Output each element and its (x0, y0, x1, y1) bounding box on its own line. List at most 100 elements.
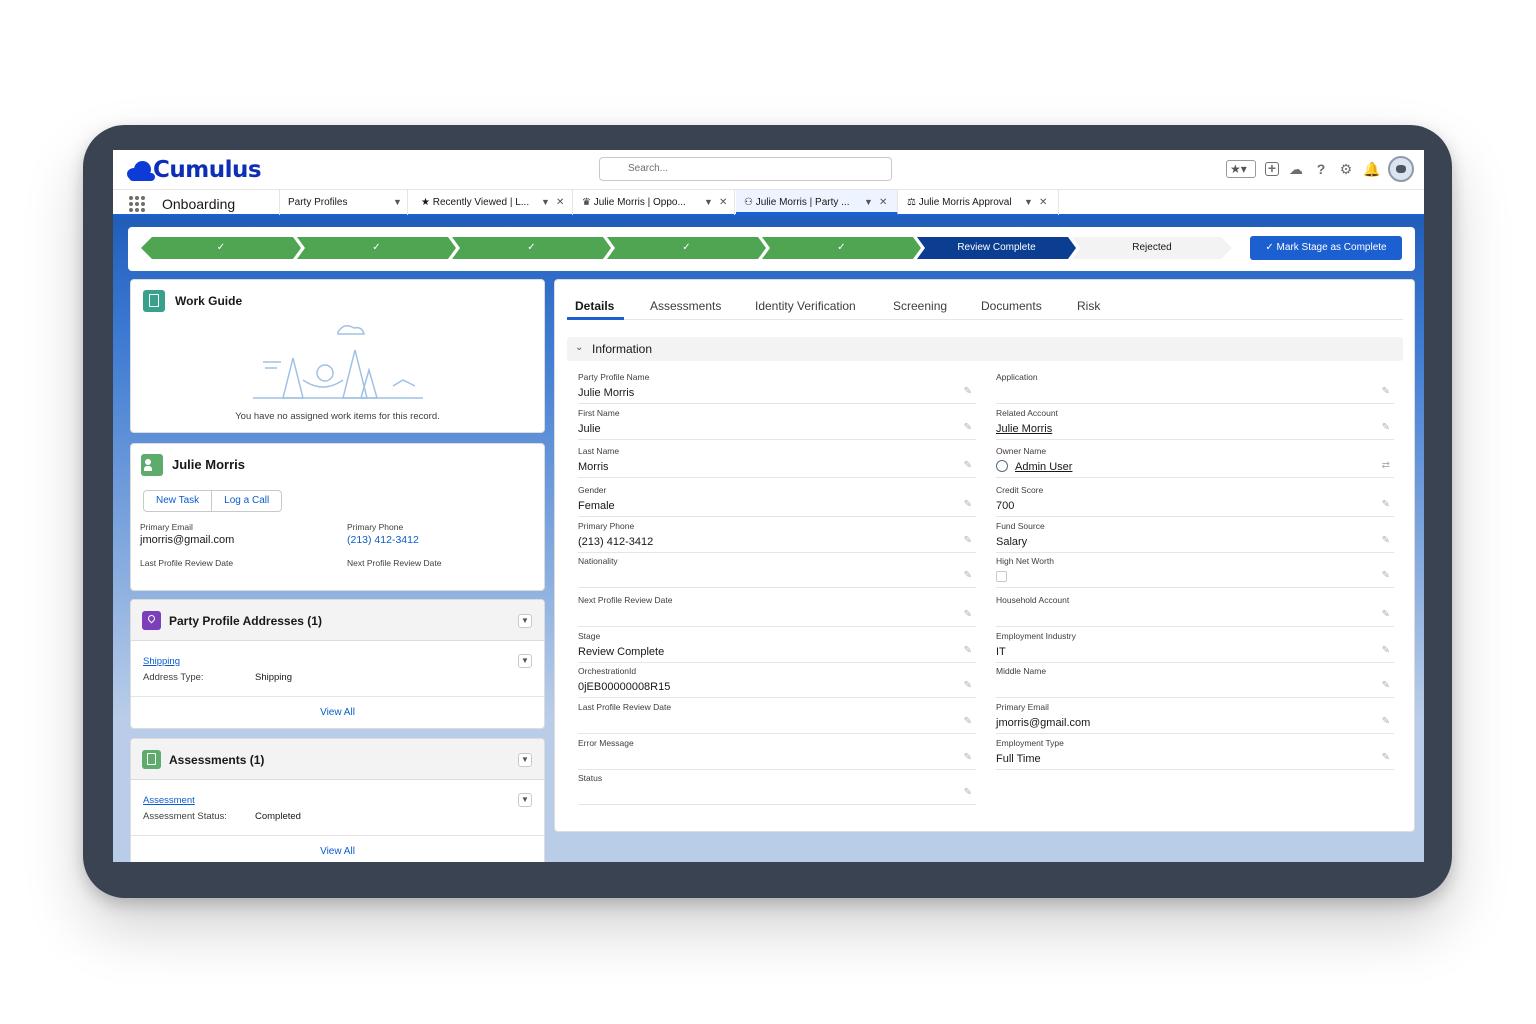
user-avatar[interactable] (1388, 156, 1414, 182)
edit-pencil-icon[interactable]: ✎ (964, 422, 972, 433)
path-stage-completed[interactable]: ✓ (607, 237, 766, 259)
tab-label: Julie Morris | Oppo... (593, 197, 686, 208)
new-task-button[interactable]: New Task (144, 491, 211, 511)
assessments-title[interactable]: Assessments (1) (169, 753, 264, 767)
app-launcher-icon[interactable] (129, 196, 145, 212)
approval-icon: ⚖ (907, 197, 916, 208)
edit-pencil-icon[interactable]: ✎ (964, 716, 972, 727)
chevron-down-icon[interactable]: ▼ (518, 654, 532, 668)
nav-item-party-profiles[interactable]: Party Profiles ▼ (279, 190, 408, 215)
path-stage-completed[interactable]: ✓ (452, 237, 611, 259)
header-actions: ★▾ + ☁ ? ⚙ 🔔 (1226, 156, 1414, 182)
edit-pencil-icon[interactable]: ✎ (964, 645, 972, 656)
edit-pencil-icon[interactable]: ✎ (964, 787, 972, 798)
search-input[interactable]: Search... (599, 157, 892, 181)
cloud-logo-icon (125, 159, 159, 181)
edit-pencil-icon[interactable]: ✎ (1382, 499, 1390, 510)
global-header: Cumulus Search... ★▾ + ☁ ? ⚙ 🔔 (113, 150, 1424, 190)
chevron-down-icon[interactable]: ▼ (541, 190, 550, 215)
address-link[interactable]: Shipping (143, 656, 180, 667)
edit-pencil-icon[interactable]: ✎ (964, 386, 972, 397)
assessment-link[interactable]: Assessment (143, 795, 195, 806)
close-icon[interactable]: ✕ (719, 190, 727, 215)
field-fund-source: Fund Source Salary ✎ (996, 517, 1394, 553)
edit-pencil-icon[interactable]: ✎ (964, 752, 972, 763)
chevron-down-icon[interactable]: ▼ (1024, 190, 1033, 215)
tab-screening[interactable]: Screening (893, 299, 947, 313)
tab-details[interactable]: Details (575, 299, 614, 313)
primary-phone-link[interactable]: (213) 412-3412 (578, 536, 653, 548)
edit-pencil-icon[interactable]: ✎ (1382, 535, 1390, 546)
chevron-down-icon[interactable]: ▼ (518, 793, 532, 807)
trailhead-icon[interactable]: ☁ (1288, 161, 1304, 177)
mark-stage-complete-button[interactable]: ✓ Mark Stage as Complete (1250, 236, 1402, 260)
chevron-down-icon[interactable]: ▼ (518, 614, 532, 628)
edit-pencil-icon[interactable]: ✎ (964, 680, 972, 691)
edit-pencil-icon[interactable]: ✎ (1382, 680, 1390, 691)
tab-assessments[interactable]: Assessments (650, 299, 721, 313)
close-icon[interactable]: ✕ (1039, 190, 1047, 215)
chevron-down-icon[interactable]: ▼ (704, 190, 713, 215)
field-last-review-date: Last Profile Review Date ✎ (578, 698, 976, 734)
assessments-view-all-link[interactable]: View All (131, 846, 544, 857)
edit-pencil-icon[interactable]: ✎ (1382, 570, 1390, 581)
device-frame: Cumulus Search... ★▾ + ☁ ? ⚙ 🔔 Onboardin… (83, 125, 1452, 898)
path-stage-completed[interactable]: ✓ (762, 237, 921, 259)
related-account-link[interactable]: Julie Morris (996, 423, 1052, 435)
profile-action-buttons: New Task Log a Call (143, 490, 283, 512)
empty-state-illustration (253, 325, 423, 399)
tab-approval[interactable]: ⚖ Julie Morris Approval ▼ ✕ (899, 190, 1059, 215)
edit-pencil-icon[interactable]: ✎ (1382, 386, 1390, 397)
field-status: Status ✎ (578, 769, 976, 805)
addresses-title[interactable]: Party Profile Addresses (1) (169, 614, 322, 628)
field-gender: Gender Female ✎ (578, 481, 976, 517)
close-icon[interactable]: ✕ (556, 190, 564, 215)
tab-label: Julie Morris | Party ... (755, 197, 850, 208)
primary-email-label: Primary Email (140, 522, 193, 532)
cumulus-logo[interactable]: Cumulus (125, 157, 262, 183)
tab-recently-viewed[interactable]: ★ Recently Viewed | L... ▼ ✕ (413, 190, 573, 215)
field-first-name: First Name Julie ✎ (578, 404, 976, 440)
section-title: Information (592, 342, 653, 356)
favorites-star-icon[interactable]: ★▾ (1226, 160, 1256, 178)
owner-link[interactable]: Admin User (1015, 461, 1072, 473)
primary-phone-link[interactable]: (213) 412-3412 (347, 534, 419, 546)
chevron-down-icon[interactable]: ▼ (393, 190, 402, 215)
global-add-icon[interactable]: + (1265, 161, 1279, 176)
edit-pencil-icon[interactable]: ✎ (964, 460, 972, 471)
edit-pencil-icon[interactable]: ✎ (964, 609, 972, 620)
path-stage-completed[interactable]: ✓ (297, 237, 456, 259)
help-icon[interactable]: ? (1313, 161, 1329, 177)
edit-pencil-icon[interactable]: ✎ (964, 499, 972, 510)
edit-pencil-icon[interactable]: ✎ (1382, 609, 1390, 620)
tab-opportunity[interactable]: ♛ Julie Morris | Oppo... ▼ ✕ (574, 190, 735, 215)
edit-pencil-icon[interactable]: ✎ (964, 570, 972, 581)
edit-pencil-icon[interactable]: ✎ (1382, 422, 1390, 433)
path-stage-review-complete[interactable]: Review Complete (917, 237, 1076, 259)
edit-pencil-icon[interactable]: ✎ (964, 535, 972, 546)
change-owner-icon[interactable]: ⇄ (1382, 460, 1390, 471)
nav-item-label: Party Profiles (288, 197, 348, 208)
assessment-status-label: Assessment Status: (143, 811, 227, 822)
field-error-message: Error Message ✎ (578, 734, 976, 770)
edit-pencil-icon[interactable]: ✎ (1382, 752, 1390, 763)
tab-party-profile[interactable]: ⚇ Julie Morris | Party ... ▼ ✕ (736, 190, 898, 215)
path-stage-completed[interactable]: ✓ (141, 237, 301, 259)
log-a-call-button[interactable]: Log a Call (211, 491, 281, 511)
edit-pencil-icon[interactable]: ✎ (1382, 716, 1390, 727)
tab-documents[interactable]: Documents (981, 299, 1042, 313)
tab-identity-verification[interactable]: Identity Verification (755, 299, 856, 313)
addresses-view-all-link[interactable]: View All (131, 707, 544, 718)
field-employment-industry: Employment Industry IT ✎ (996, 627, 1394, 663)
path-stage-rejected[interactable]: Rejected (1072, 237, 1232, 259)
edit-pencil-icon[interactable]: ✎ (1382, 645, 1390, 656)
tab-risk[interactable]: Risk (1077, 299, 1100, 313)
chevron-down-icon[interactable]: ▼ (864, 190, 873, 215)
high-net-worth-checkbox[interactable] (996, 571, 1007, 582)
information-section-header[interactable]: ⌄ Information (567, 337, 1403, 361)
notifications-bell-icon[interactable]: 🔔 (1363, 161, 1380, 177)
profile-name: Julie Morris (172, 457, 245, 472)
chevron-down-icon[interactable]: ▼ (518, 753, 532, 767)
setup-gear-icon[interactable]: ⚙ (1338, 161, 1354, 177)
close-icon[interactable]: ✕ (879, 190, 887, 215)
